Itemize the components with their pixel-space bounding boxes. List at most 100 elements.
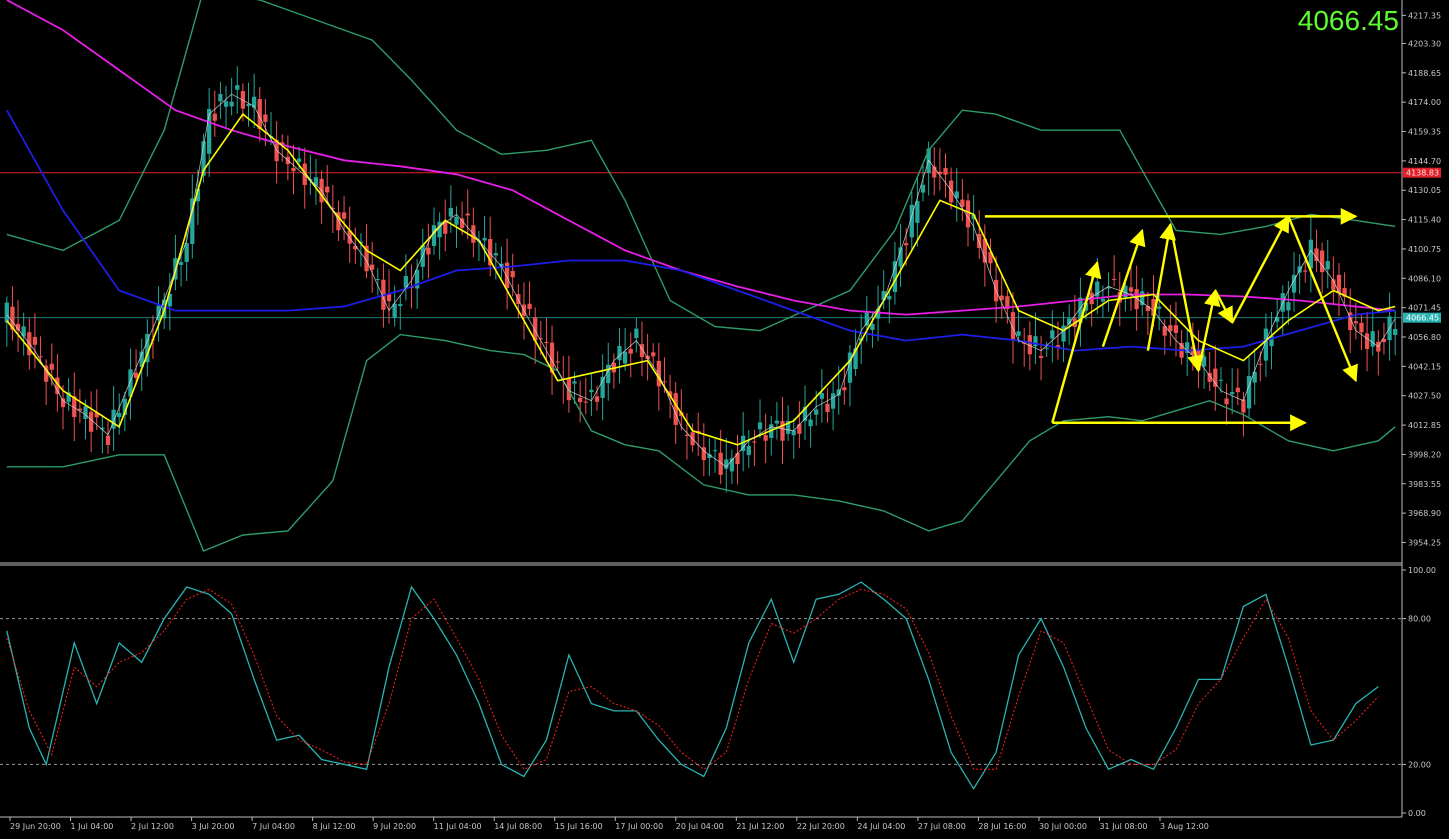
candle-body[interactable] [797, 424, 802, 434]
candle-body[interactable] [1303, 270, 1308, 272]
candle-body[interactable] [465, 213, 470, 216]
candle-body[interactable] [763, 435, 768, 441]
candle-body[interactable] [527, 303, 532, 309]
candle-body[interactable] [1359, 322, 1364, 333]
candle-body[interactable] [1258, 363, 1263, 365]
candle-body[interactable] [1044, 347, 1049, 349]
candle-body[interactable] [1364, 333, 1370, 349]
candle-body[interactable] [1213, 368, 1218, 387]
candle-body[interactable] [656, 360, 661, 387]
chart-canvas[interactable]: 4217.35 4203.30 4188.65 4174.00 4159.35 4144.… [0, 0, 1449, 835]
candle-body[interactable] [1230, 391, 1235, 395]
candle-body[interactable] [628, 348, 633, 354]
candle-body[interactable] [757, 422, 763, 430]
candle-body[interactable] [178, 262, 184, 265]
candle-body[interactable] [808, 419, 813, 427]
candle-body[interactable] [1112, 278, 1117, 280]
candle-body[interactable] [1050, 330, 1055, 339]
candle-body[interactable] [943, 167, 948, 175]
candle-body[interactable] [589, 389, 594, 393]
candle-body[interactable] [325, 186, 330, 193]
candle-body[interactable] [1128, 287, 1134, 292]
candle-body[interactable] [920, 184, 926, 193]
candle-body[interactable] [617, 345, 622, 361]
candle-body[interactable] [1319, 250, 1325, 273]
candle-body[interactable] [1218, 379, 1224, 381]
annotation-arrow[interactable] [1051, 260, 1102, 424]
candle-body[interactable] [510, 271, 515, 278]
candle-body[interactable] [117, 412, 122, 418]
candle-body[interactable] [1038, 355, 1044, 358]
annotation-arrow[interactable] [1169, 224, 1204, 373]
candle-body[interactable] [594, 396, 600, 402]
candle-body[interactable] [948, 180, 954, 203]
candle-body[interactable] [1370, 331, 1375, 347]
candle-body[interactable] [223, 101, 229, 107]
candle-body[interactable] [88, 411, 94, 432]
candle-body[interactable] [915, 201, 920, 223]
candle-body[interactable] [1168, 325, 1173, 332]
candle-body[interactable] [1061, 325, 1066, 342]
candle-body[interactable] [184, 243, 189, 262]
candle-body[interactable] [544, 341, 549, 344]
candle-body[interactable] [375, 279, 380, 281]
candle-body[interactable] [83, 406, 88, 420]
candle-body[interactable] [1224, 398, 1229, 405]
candle-body[interactable] [341, 212, 347, 219]
candle-body[interactable] [634, 328, 639, 339]
candle-body[interactable] [578, 397, 583, 403]
candle-body[interactable] [555, 361, 560, 363]
trading-chart[interactable]: 4217.35 4203.30 4188.65 4174.00 4159.35 4144.… [0, 0, 1449, 835]
candle-body[interactable] [1325, 261, 1330, 270]
candle-body[interactable] [291, 167, 296, 172]
candle-body[interactable] [493, 253, 498, 256]
candle-body[interactable] [392, 303, 397, 318]
candle-body[interactable] [32, 337, 38, 345]
candle-body[interactable] [1100, 298, 1106, 302]
candle-body[interactable] [712, 450, 718, 452]
candle-body[interactable] [735, 453, 740, 465]
candle-body[interactable] [212, 113, 217, 121]
candle-body[interactable] [454, 216, 459, 225]
candle-body[interactable] [1140, 291, 1145, 306]
candle-body[interactable] [49, 363, 54, 370]
candle-body[interactable] [426, 247, 431, 255]
candle-body[interactable] [1314, 248, 1319, 262]
candle-body[interactable] [825, 403, 830, 413]
candle-body[interactable] [1235, 387, 1240, 393]
candle-body[interactable] [105, 435, 111, 445]
candle-body[interactable] [752, 441, 757, 443]
candle-body[interactable] [583, 401, 588, 403]
candle-body[interactable] [1156, 306, 1162, 309]
candle-body[interactable] [60, 398, 66, 408]
candle-body[interactable] [814, 409, 819, 415]
candle-body[interactable] [673, 393, 678, 425]
candle-body[interactable] [21, 326, 26, 337]
candle-body[interactable] [887, 295, 892, 300]
candle-body[interactable] [572, 381, 577, 384]
candle-body[interactable] [448, 207, 454, 217]
candle-body[interactable] [313, 177, 319, 186]
candle-body[interactable] [235, 85, 240, 90]
candle-body[interactable] [218, 94, 223, 102]
annotation-arrow[interactable] [1231, 214, 1290, 324]
candle-body[interactable] [651, 352, 656, 357]
candle-body[interactable] [1201, 356, 1207, 367]
candle-body[interactable] [1173, 325, 1179, 333]
candle-body[interactable] [622, 351, 628, 364]
annotation-arrow[interactable] [1287, 215, 1358, 383]
candle-body[interactable] [746, 445, 751, 456]
candle-body[interactable] [774, 420, 780, 424]
annotation-arrow[interactable] [1197, 288, 1221, 371]
candle-body[interactable] [830, 393, 836, 409]
candle-body[interactable] [1353, 321, 1358, 324]
candle-body[interactable] [791, 430, 796, 436]
candle-body[interactable] [1016, 331, 1021, 336]
candle-body[interactable] [4, 302, 9, 323]
candle-body[interactable] [965, 200, 971, 228]
candle-body[interactable] [1241, 399, 1246, 413]
candle-body[interactable] [263, 114, 268, 122]
annotation-arrow[interactable] [1146, 222, 1176, 351]
candle-body[interactable] [1393, 328, 1398, 335]
candle-body[interactable] [1286, 302, 1291, 311]
